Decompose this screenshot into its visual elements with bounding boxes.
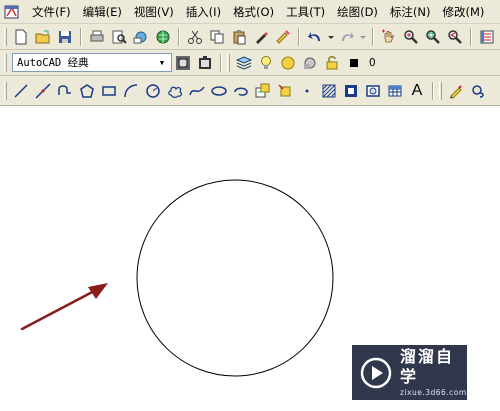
circle-tool-icon[interactable]: [142, 80, 164, 102]
new-file-button[interactable]: [10, 26, 32, 48]
properties-icon[interactable]: [476, 26, 498, 48]
watermark-title: 溜溜自学: [400, 346, 455, 386]
multiline-text-tool[interactable]: A: [406, 80, 428, 102]
erase-pencil-icon[interactable]: [445, 80, 467, 102]
layer-lock-icon[interactable]: [321, 52, 343, 74]
autocad-app-icon[interactable]: [4, 4, 20, 20]
layer-viewport-icon[interactable]: [299, 52, 321, 74]
annotation-arrow: [20, 283, 108, 331]
toolbar-separator: [470, 27, 472, 46]
toolbar-separator: [80, 27, 82, 46]
toolbar-grip[interactable]: [439, 81, 442, 100]
rectangle-tool-icon[interactable]: [98, 80, 120, 102]
standard-toolbar: [0, 24, 500, 50]
match-properties-icon[interactable]: [250, 26, 272, 48]
watermark-text: 溜溜自学 zixue.3d66.com: [400, 347, 467, 399]
toolbar-separator: [432, 81, 434, 100]
menu-tools[interactable]: 工具(T): [280, 1, 331, 23]
ellipse-arc-icon[interactable]: [230, 80, 252, 102]
hatch-tool-icon[interactable]: [318, 80, 340, 102]
gradient-tool-icon[interactable]: [340, 80, 362, 102]
menu-dimension[interactable]: 标注(N): [384, 1, 437, 23]
menu-view[interactable]: 视图(V): [128, 1, 180, 23]
copy-icon[interactable]: [206, 26, 228, 48]
cut-icon[interactable]: [184, 26, 206, 48]
text-style-value: AutoCAD 经典: [17, 57, 89, 69]
zoom-window-icon[interactable]: [422, 26, 444, 48]
plot-preview-button[interactable]: [108, 26, 130, 48]
menu-bar: 文件(F) 编辑(E) 视图(V) 插入(I) 格式(O) 工具(T) 绘图(D…: [0, 0, 500, 24]
spline-tool-icon[interactable]: [186, 80, 208, 102]
pan-icon[interactable]: [378, 26, 400, 48]
dimension-style-icon[interactable]: [194, 52, 216, 74]
zoom-realtime-icon[interactable]: [400, 26, 422, 48]
toolbar-grip[interactable]: [4, 27, 7, 46]
toolbar-separator: [298, 27, 300, 46]
paste-icon[interactable]: [228, 26, 250, 48]
drawn-circle[interactable]: [136, 179, 334, 377]
revision-cloud-icon[interactable]: [164, 80, 186, 102]
draw-toolbar: A: [0, 76, 500, 106]
styles-toolbar: AutoCAD 经典 ▼ 0: [0, 50, 500, 76]
toolbar-grip[interactable]: [4, 53, 7, 72]
menu-edit[interactable]: 编辑(E): [77, 1, 128, 23]
plot-button[interactable]: [86, 26, 108, 48]
block-editor-icon[interactable]: [272, 26, 294, 48]
menu-insert[interactable]: 插入(I): [180, 1, 227, 23]
table-tool-icon[interactable]: [384, 80, 406, 102]
site-watermark: 溜溜自学 zixue.3d66.com: [352, 345, 467, 400]
insert-block-icon[interactable]: [252, 80, 274, 102]
table-style-icon[interactable]: [172, 52, 194, 74]
text-style-select[interactable]: AutoCAD 经典 ▼: [12, 53, 172, 72]
redo-dropdown-icon[interactable]: [358, 26, 368, 48]
toolbar-separator: [220, 53, 222, 72]
undo-icon[interactable]: [304, 26, 326, 48]
menu-draw[interactable]: 绘图(D): [331, 1, 384, 23]
polyline-tool-icon[interactable]: [54, 80, 76, 102]
layer-on-bulb-icon[interactable]: [255, 52, 277, 74]
zoom-previous-icon[interactable]: [444, 26, 466, 48]
toolbar-grip[interactable]: [227, 53, 230, 72]
open-file-button[interactable]: [32, 26, 54, 48]
make-block-icon[interactable]: [274, 80, 296, 102]
watermark-url: zixue.3d66.com: [400, 387, 467, 397]
play-logo-icon: [360, 357, 392, 389]
layer-manager-icon[interactable]: [233, 52, 255, 74]
ellipse-tool-icon[interactable]: [208, 80, 230, 102]
menu-modify[interactable]: 修改(M): [437, 1, 491, 23]
construction-line-icon[interactable]: [32, 80, 54, 102]
web-publish-button[interactable]: [152, 26, 174, 48]
toolbar-grip[interactable]: [4, 81, 7, 100]
save-button[interactable]: [54, 26, 76, 48]
region-tool-icon[interactable]: [362, 80, 384, 102]
layer-color-swatch-icon: [343, 52, 365, 74]
undo-dropdown-icon[interactable]: [326, 26, 336, 48]
current-layer-name[interactable]: 0: [369, 57, 376, 69]
polygon-tool-icon[interactable]: [76, 80, 98, 102]
redo-icon[interactable]: [336, 26, 358, 48]
arc-tool-icon[interactable]: [120, 80, 142, 102]
point-tool-icon[interactable]: [296, 80, 318, 102]
menu-format[interactable]: 格式(O): [227, 1, 280, 23]
line-tool-icon[interactable]: [10, 80, 32, 102]
chevron-down-icon[interactable]: ▼: [155, 55, 169, 70]
menu-file[interactable]: 文件(F): [26, 1, 77, 23]
layer-freeze-sun-icon[interactable]: [277, 52, 299, 74]
toolbar-separator: [372, 27, 374, 46]
publish-button[interactable]: [130, 26, 152, 48]
copy-object-icon[interactable]: [467, 80, 489, 102]
toolbar-separator: [178, 27, 180, 46]
